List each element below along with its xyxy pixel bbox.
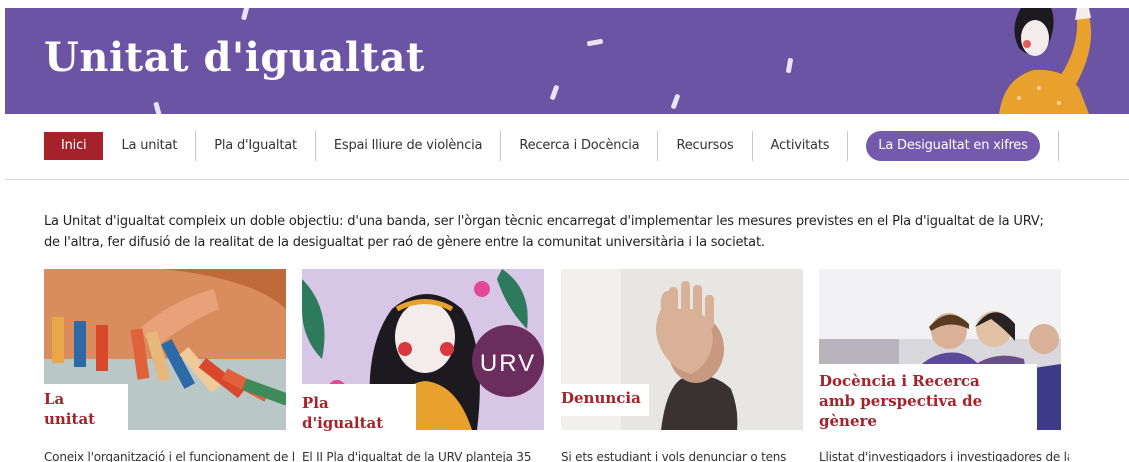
nav-item-desigualtat-xifres[interactable]: La Desigualtat en xifres [866,131,1040,161]
card-pla-igualtat[interactable]: URV Pla d'igualtat El II Pla d'igualtat … [302,269,544,462]
card-denuncia[interactable]: Denuncia Si ets estudiant i vols denunci… [561,269,803,462]
nav-item-recursos[interactable]: Recursos [658,131,753,161]
confetti-shape [549,84,560,101]
card-la-unitat[interactable]: La unitat Coneix l'organització i el fun… [44,269,294,462]
confetti-shape [241,8,250,21]
confetti-shape [670,93,681,110]
nav-item-la-unitat[interactable]: La unitat [103,131,197,161]
confetti-shape [153,101,162,114]
nav-item-activitats[interactable]: Activitats [753,131,849,161]
card-description: Coneix l'organització i el funcionament … [44,450,294,462]
card-description: Si ets estudiant i vols denunciar o tens [561,450,787,462]
intro-paragraph: La Unitat d'igualtat compleix un doble o… [44,214,1044,250]
card-title[interactable]: Docència i Recerca amb perspectiva de gè… [819,364,1037,436]
nav-item-espai-lliure[interactable]: Espai lliure de violència [316,131,502,161]
confetti-shape [586,38,604,47]
page-title: Unitat d'igualtat [44,34,425,81]
card-title[interactable]: La unitat [44,384,128,437]
card-title[interactable]: Denuncia [561,384,649,416]
nav-item-inici[interactable]: Inici [44,132,104,160]
nav-highlight-wrapper: La Desigualtat en xifres [848,131,1059,161]
header-banner: Unitat d'igualtat [5,8,1129,114]
card-description: Llistat d'investigadors i investigadores… [819,450,1069,462]
nav-item-recerca-docencia[interactable]: Recerca i Docència [501,131,659,161]
nav-divider [5,179,1129,180]
card-description: El II Pla d'igualtat de la URV planteja … [302,450,532,462]
nav-item-pla-igualtat[interactable]: Pla d'Igualtat [196,131,316,161]
urv-badge-text: URV [480,350,536,377]
card-docencia-recerca[interactable]: Docència i Recerca amb perspectiva de gè… [819,269,1069,462]
confetti-shape [785,57,794,74]
main-navigation: Inici La unitat Pla d'Igualtat Espai lli… [44,131,1059,161]
card-title[interactable]: Pla d'igualtat [302,384,416,441]
woman-raising-arm-illustration [999,8,1092,114]
